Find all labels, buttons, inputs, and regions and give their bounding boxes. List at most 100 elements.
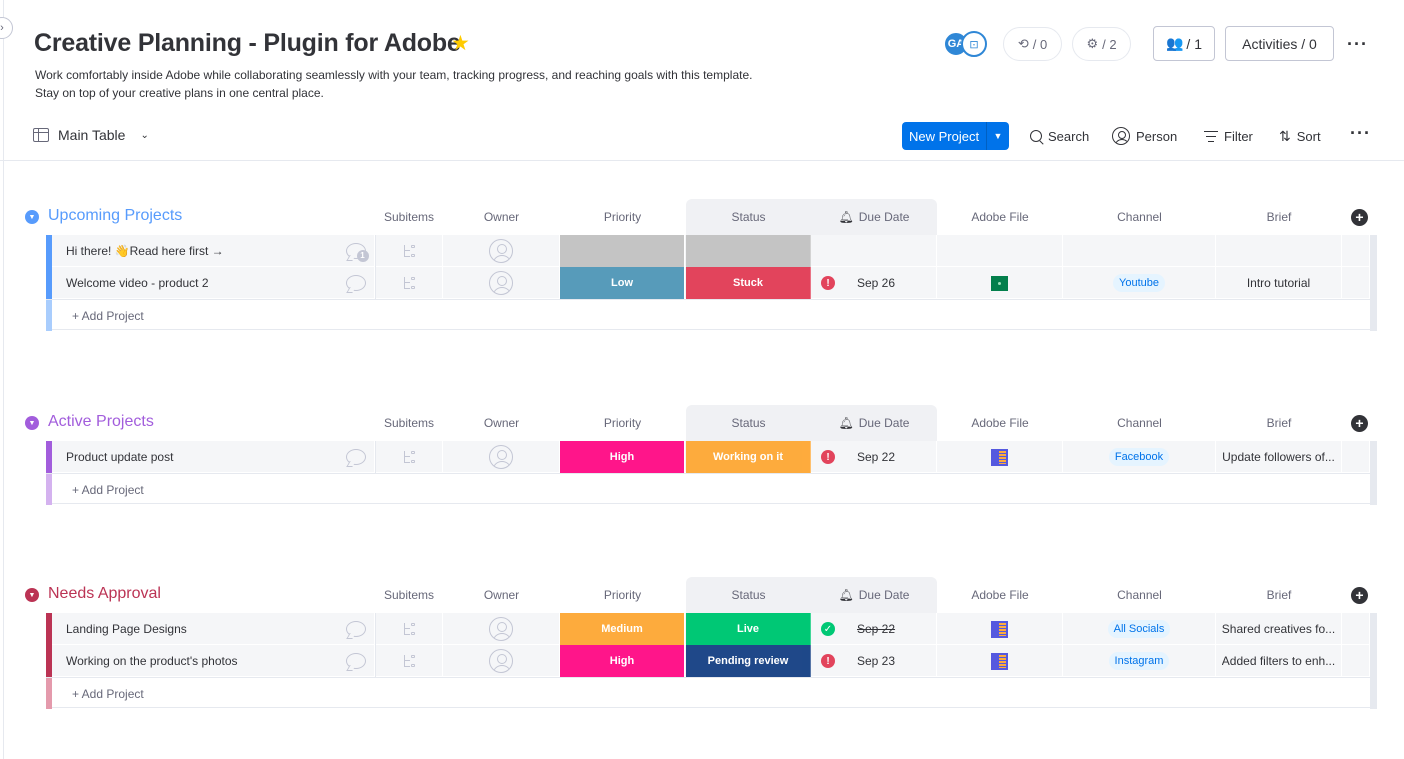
item-name[interactable]: Welcome video - product 2 (52, 267, 375, 299)
adobe-file-cell[interactable] (937, 645, 1063, 677)
column-header-due-date[interactable]: 🔔︎ Due Date (811, 199, 937, 235)
table-row[interactable]: Hi there! 👋Read here first → 1 (46, 235, 1377, 267)
channel-cell[interactable]: Instagram (1063, 645, 1216, 677)
group-title[interactable]: Active Projects (48, 413, 154, 431)
group-title[interactable]: Needs Approval (48, 585, 161, 603)
column-header-channel[interactable]: Channel (1063, 405, 1216, 441)
due-date-cell[interactable]: ✓ Sep 22 (811, 613, 937, 645)
invite-members-button[interactable]: 👥 / 1 (1153, 26, 1215, 61)
group-collapse-icon[interactable]: ▼ (25, 210, 39, 224)
item-name[interactable]: Product update post (52, 441, 375, 473)
column-header-owner[interactable]: Owner (443, 577, 560, 613)
column-header-channel[interactable]: Channel (1063, 577, 1216, 613)
table-row[interactable]: Welcome video - product 2 Low Stuck! Sep 26… (46, 267, 1377, 299)
status-cell[interactable]: Live (686, 613, 811, 645)
adobe-file-cell[interactable] (937, 613, 1063, 645)
due-date-cell[interactable]: ! Sep 23 (811, 645, 937, 677)
item-name[interactable]: Hi there! 👋Read here first → (52, 235, 375, 267)
column-header-priority[interactable]: Priority (560, 199, 685, 235)
add-project-row[interactable]: + Add Project (46, 473, 1377, 505)
adobe-file-cell[interactable] (937, 235, 1063, 267)
toolbar-more-icon[interactable]: ··· (1350, 123, 1371, 144)
chevron-down-icon[interactable]: ⌄ (140, 130, 148, 141)
board-description[interactable]: Work comfortably inside Adobe while coll… (35, 66, 755, 102)
group-collapse-icon[interactable]: ▼ (25, 588, 39, 602)
column-header-subitems[interactable]: Subitems (375, 405, 443, 441)
adobe-file-cell[interactable] (937, 441, 1063, 473)
subitems-cell[interactable] (375, 613, 443, 645)
subitems-cell[interactable] (375, 267, 443, 299)
owner-cell[interactable] (443, 645, 560, 677)
activities-button[interactable]: Activities / 0 (1225, 26, 1334, 61)
expand-sidebar-button[interactable]: › (0, 17, 13, 39)
column-header-priority[interactable]: Priority (560, 405, 685, 441)
column-header-priority[interactable]: Priority (560, 577, 685, 613)
board-title[interactable]: Creative Planning - Plugin for Adobe (34, 29, 461, 58)
add-project-input[interactable]: + Add Project (72, 687, 144, 701)
column-header-owner[interactable]: Owner (443, 405, 560, 441)
add-column-icon[interactable]: + (1351, 209, 1368, 226)
column-header-due-date[interactable]: 🔔︎ Due Date (811, 405, 937, 441)
priority-cell[interactable]: High (560, 645, 685, 677)
priority-cell[interactable]: Medium (560, 613, 685, 645)
add-project-input[interactable]: + Add Project (72, 483, 144, 497)
updates-button[interactable] (336, 645, 376, 677)
owner-cell[interactable] (443, 267, 560, 299)
adobe-file-cell[interactable] (937, 267, 1063, 299)
updates-button[interactable] (336, 267, 376, 299)
item-name[interactable]: Landing Page Designs (52, 613, 375, 645)
column-header-adobe-file[interactable]: Adobe File (937, 577, 1063, 613)
due-date-cell[interactable] (811, 235, 937, 267)
column-header-subitems[interactable]: Subitems (375, 199, 443, 235)
status-cell[interactable]: Working on it (686, 441, 811, 473)
favorite-star-icon[interactable]: ★ (451, 33, 471, 54)
add-column-icon[interactable]: + (1351, 587, 1368, 604)
board-more-icon[interactable]: ··· (1347, 34, 1368, 55)
sort-button[interactable]: ⇅ Sort (1279, 127, 1321, 145)
table-row[interactable]: Product update post High Working on it! Sep… (46, 441, 1377, 473)
column-header-subitems[interactable]: Subitems (375, 577, 443, 613)
chevron-down-icon[interactable]: ▼ (986, 122, 1009, 150)
priority-cell[interactable] (560, 235, 685, 267)
channel-cell[interactable]: Facebook (1063, 441, 1216, 473)
column-header-status[interactable]: Status (686, 577, 811, 613)
owner-cell[interactable] (443, 613, 560, 645)
status-cell[interactable]: Stuck (686, 267, 811, 299)
item-name[interactable]: Working on the product's photos (52, 645, 375, 677)
column-header-status[interactable]: Status (686, 199, 811, 235)
column-header-adobe-file[interactable]: Adobe File (937, 405, 1063, 441)
column-header-brief[interactable]: Brief (1216, 405, 1342, 441)
add-column-icon[interactable]: + (1351, 415, 1368, 432)
subitems-cell[interactable] (375, 235, 443, 267)
tab-main-table[interactable]: Main Table ⌄ (33, 125, 149, 145)
group-title[interactable]: Upcoming Projects (48, 207, 182, 225)
search-button[interactable]: Search (1030, 127, 1089, 145)
updates-button[interactable]: 1 (336, 235, 376, 267)
column-header-owner[interactable]: Owner (443, 199, 560, 235)
table-row[interactable]: Landing Page Designs Medium Live ✓ Sep 22 All… (46, 613, 1377, 645)
channel-cell[interactable]: All Socials (1063, 613, 1216, 645)
owner-cell[interactable] (443, 441, 560, 473)
status-cell[interactable] (686, 235, 811, 267)
board-members-avatars[interactable]: GA ⊡ (943, 31, 991, 57)
integrations-button[interactable]: ⚙ / 2 (1072, 27, 1131, 61)
add-project-row[interactable]: + Add Project (46, 677, 1377, 709)
channel-cell[interactable] (1063, 235, 1216, 267)
brief-cell[interactable]: Update followers of... (1216, 441, 1342, 473)
column-header-status[interactable]: Status (686, 405, 811, 441)
column-header-channel[interactable]: Channel (1063, 199, 1216, 235)
priority-cell[interactable]: High (560, 441, 685, 473)
add-project-input[interactable]: + Add Project (72, 309, 144, 323)
due-date-cell[interactable]: ! Sep 26 (811, 267, 937, 299)
channel-cell[interactable]: Youtube (1063, 267, 1216, 299)
owner-cell[interactable] (443, 235, 560, 267)
automations-button[interactable]: ⟲ / 0 (1003, 27, 1062, 61)
group-collapse-icon[interactable]: ▼ (25, 416, 39, 430)
filter-button[interactable]: Filter (1204, 127, 1253, 145)
new-project-label[interactable]: New Project (902, 129, 986, 144)
column-header-brief[interactable]: Brief (1216, 199, 1342, 235)
column-header-adobe-file[interactable]: Adobe File (937, 199, 1063, 235)
brief-cell[interactable]: Intro tutorial (1216, 267, 1342, 299)
brief-cell[interactable]: Added filters to enh... (1216, 645, 1342, 677)
subitems-cell[interactable] (375, 441, 443, 473)
